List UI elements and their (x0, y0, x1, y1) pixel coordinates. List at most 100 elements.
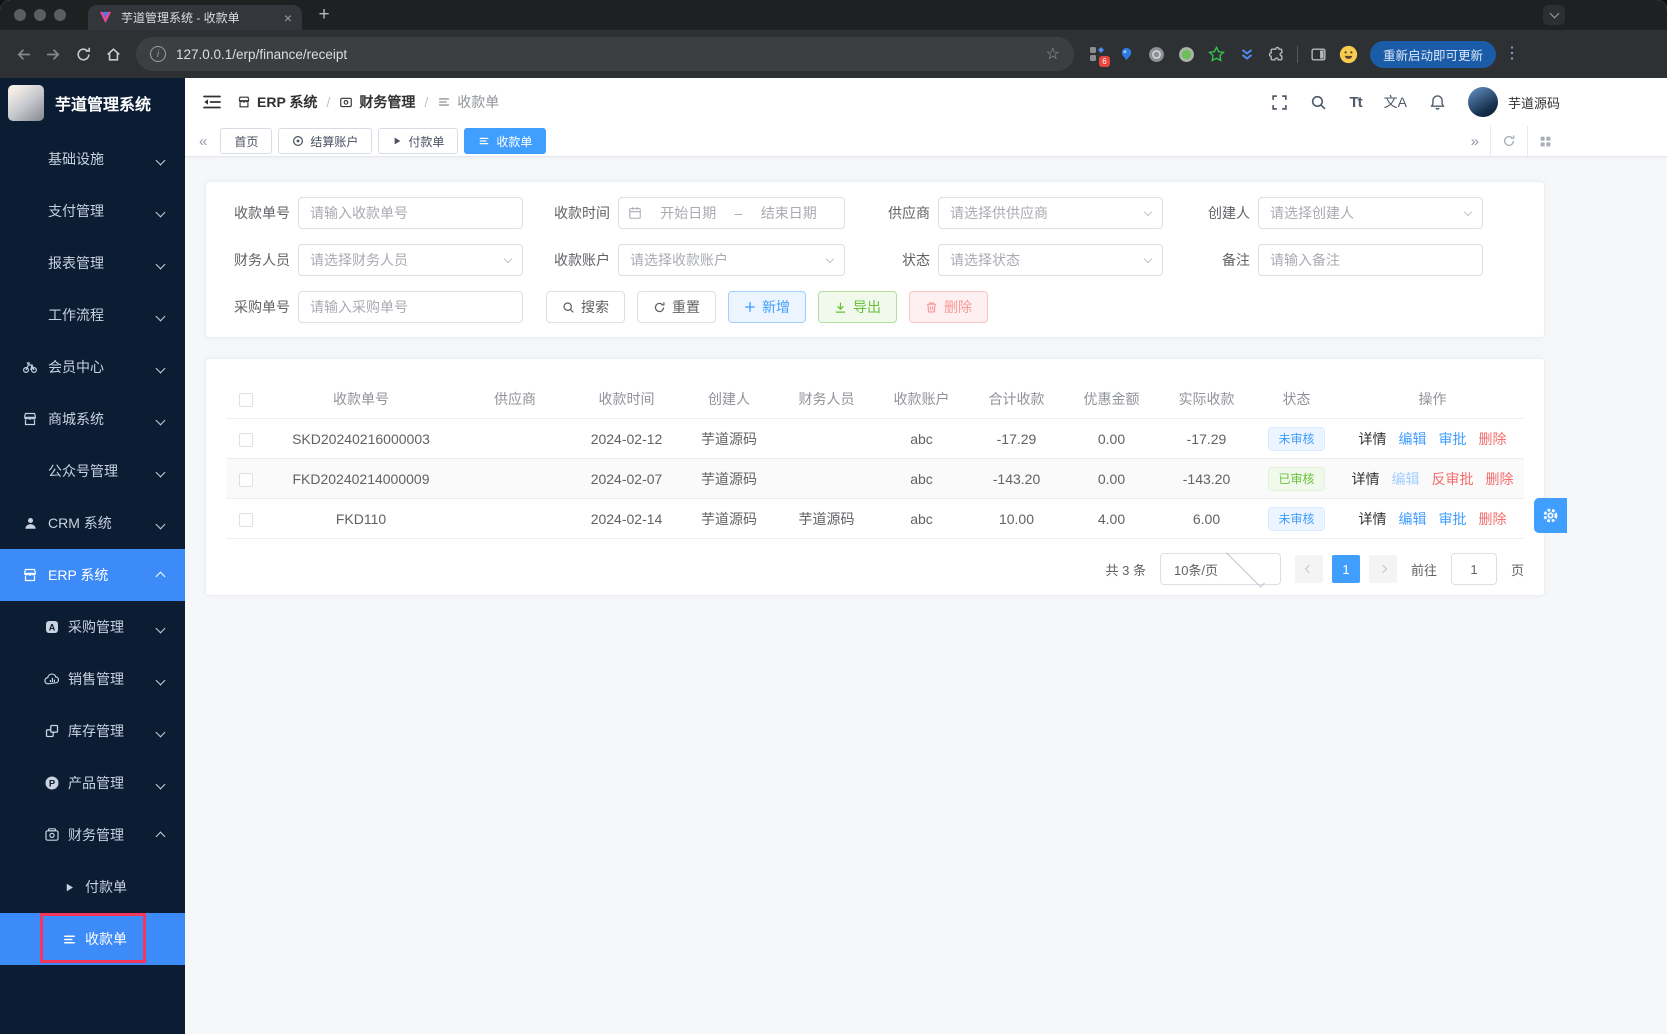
profile-avatar-icon[interactable] (1339, 45, 1358, 64)
settings-fab[interactable] (1534, 498, 1567, 533)
finance-staff-select[interactable]: 请选择财务人员 (298, 244, 523, 276)
extension-balloon-icon[interactable] (1117, 45, 1136, 64)
goto-page-input[interactable] (1450, 553, 1497, 585)
search-button[interactable]: 搜索 (546, 291, 625, 323)
row-checkbox[interactable] (239, 472, 253, 487)
sidebar-item-member-center[interactable]: 会员中心 (0, 341, 185, 393)
sidebar-item-payment[interactable]: 支付管理 (0, 185, 185, 237)
window-zoom-button[interactable] (54, 9, 66, 21)
remark-input[interactable] (1258, 244, 1483, 276)
tab-search-button[interactable] (1543, 5, 1565, 25)
export-button[interactable]: 导出 (818, 291, 897, 323)
extension-green-star-icon[interactable] (1207, 45, 1226, 64)
layout-grid-icon[interactable] (1528, 126, 1563, 156)
row-checkbox[interactable] (239, 512, 253, 527)
extensions-puzzle-icon[interactable] (1267, 45, 1286, 64)
receipt-account-select[interactable]: 请选择收款账户 (618, 244, 845, 276)
browser-tab[interactable]: 芋道管理系统 - 收款单 × (88, 5, 302, 30)
sidebar-item-purchase[interactable]: A 采购管理 (0, 601, 185, 653)
select-all-checkbox[interactable] (239, 392, 253, 407)
sidebar-item-payment-order[interactable]: 付款单 (0, 861, 185, 913)
scroll-left-icon[interactable]: « (199, 133, 207, 150)
username[interactable]: 芋道源码 (1508, 93, 1560, 112)
side-panel-icon[interactable] (1309, 45, 1328, 64)
tab-receipt-order[interactable]: 收款单 (464, 128, 547, 154)
sidebar-logo[interactable]: 芋道管理系统 (0, 78, 185, 128)
unapprove-link[interactable]: 反审批 (1432, 469, 1474, 489)
sidebar-item-erp[interactable]: ERP 系统 (0, 549, 185, 601)
fullscreen-icon[interactable] (1271, 94, 1288, 111)
scroll-right-icon[interactable]: » (1460, 126, 1490, 156)
receipt-no-input[interactable] (298, 197, 523, 229)
button-label: 删除 (944, 299, 972, 315)
menu-collapse-icon[interactable] (203, 94, 221, 110)
tab-home[interactable]: 首页 (220, 128, 273, 154)
browser-update-button[interactable]: 重新启动即可更新 (1370, 40, 1497, 68)
url-bar[interactable]: i 127.0.0.1/erp/finance/receipt ☆ (136, 37, 1074, 71)
tab-payment-order[interactable]: 付款单 (378, 128, 459, 154)
approve-link[interactable]: 审批 (1439, 429, 1467, 449)
detail-link[interactable]: 详情 (1352, 469, 1380, 489)
tab-close-icon[interactable]: × (284, 11, 292, 25)
font-size-icon[interactable]: Tt (1349, 94, 1362, 111)
site-info-icon[interactable]: i (150, 46, 166, 62)
next-page-button[interactable] (1368, 555, 1397, 583)
sidebar-item-inventory[interactable]: 库存管理 (0, 705, 185, 757)
sidebar-item-sales[interactable]: 销售管理 (0, 653, 185, 705)
approve-link[interactable]: 审批 (1439, 509, 1467, 529)
sidebar-item-workflow[interactable]: 工作流程 (0, 289, 185, 341)
prev-page-button[interactable] (1294, 555, 1323, 583)
extension-gray-circle-icon[interactable] (1147, 45, 1166, 64)
sidebar-item-infrastructure[interactable]: 基础设施 (0, 133, 185, 185)
language-icon[interactable]: 文A (1384, 92, 1407, 112)
receipt-time-range-picker[interactable]: 开始日期 – 结束日期 (618, 197, 845, 229)
reset-button[interactable]: 重置 (637, 291, 716, 323)
purchase-no-input[interactable] (298, 291, 523, 323)
sidebar-item-receipt-order[interactable]: 收款单 (0, 913, 185, 965)
user-avatar[interactable] (1467, 87, 1498, 117)
notification-bell-icon[interactable] (1429, 94, 1446, 111)
forward-button[interactable] (38, 39, 68, 69)
detail-link[interactable]: 详情 (1359, 429, 1387, 449)
page-size-select[interactable]: 10条/页 (1159, 548, 1281, 587)
detail-link[interactable]: 详情 (1359, 509, 1387, 529)
sidebar-item-mall[interactable]: 商城系统 (0, 393, 185, 445)
sidebar-item-official-account[interactable]: 公众号管理 (0, 445, 185, 497)
creator-select[interactable]: 请选择创建人 (1258, 197, 1483, 229)
reload-button[interactable] (68, 39, 98, 69)
extension-double-chevron-icon[interactable] (1237, 45, 1256, 64)
bookmark-star-icon[interactable]: ☆ (1046, 44, 1060, 64)
delete-button[interactable]: 删除 (909, 291, 988, 323)
chevron-down-icon (155, 727, 166, 738)
supplier-select[interactable]: 请选择供供应商 (938, 197, 1163, 229)
delete-link[interactable]: 删除 (1486, 469, 1514, 489)
current-page-button[interactable]: 1 (1331, 555, 1360, 583)
search-icon[interactable] (1310, 94, 1327, 111)
row-checkbox[interactable] (239, 432, 253, 447)
home-button[interactable] (98, 39, 128, 69)
window-minimize-button[interactable] (34, 9, 46, 21)
app-title: 芋道管理系统 (55, 97, 152, 114)
window-controls[interactable] (14, 9, 66, 21)
sidebar-item-product[interactable]: P 产品管理 (0, 757, 185, 809)
browser-menu-kebab-icon[interactable]: ⋮ (1504, 46, 1520, 62)
tab-settlement-account[interactable]: 结算账户 (278, 128, 373, 154)
new-tab-button[interactable]: + (312, 3, 336, 27)
edit-link[interactable]: 编辑 (1399, 429, 1427, 449)
breadcrumb-item-finance[interactable]: 财务管理 (339, 92, 415, 112)
sidebar-item-finance[interactable]: 财务管理 (0, 809, 185, 861)
sidebar-item-report[interactable]: 报表管理 (0, 237, 185, 289)
delete-link[interactable]: 删除 (1479, 429, 1507, 449)
extension-grid-icon[interactable]: 6 (1087, 45, 1110, 67)
window-close-button[interactable] (14, 9, 26, 21)
delete-link[interactable]: 删除 (1479, 509, 1507, 529)
edit-link[interactable]: 编辑 (1399, 509, 1427, 529)
extension-green-circle-icon[interactable] (1177, 45, 1196, 64)
status-select[interactable]: 请选择状态 (938, 244, 1163, 276)
sidebar-item-crm[interactable]: CRM 系统 (0, 497, 185, 549)
refresh-icon[interactable] (1491, 126, 1527, 156)
chevron-down-icon (155, 467, 166, 478)
add-button[interactable]: 新增 (728, 291, 806, 323)
breadcrumb-item-erp[interactable]: ERP 系统 (237, 92, 317, 112)
back-button[interactable] (8, 39, 38, 69)
